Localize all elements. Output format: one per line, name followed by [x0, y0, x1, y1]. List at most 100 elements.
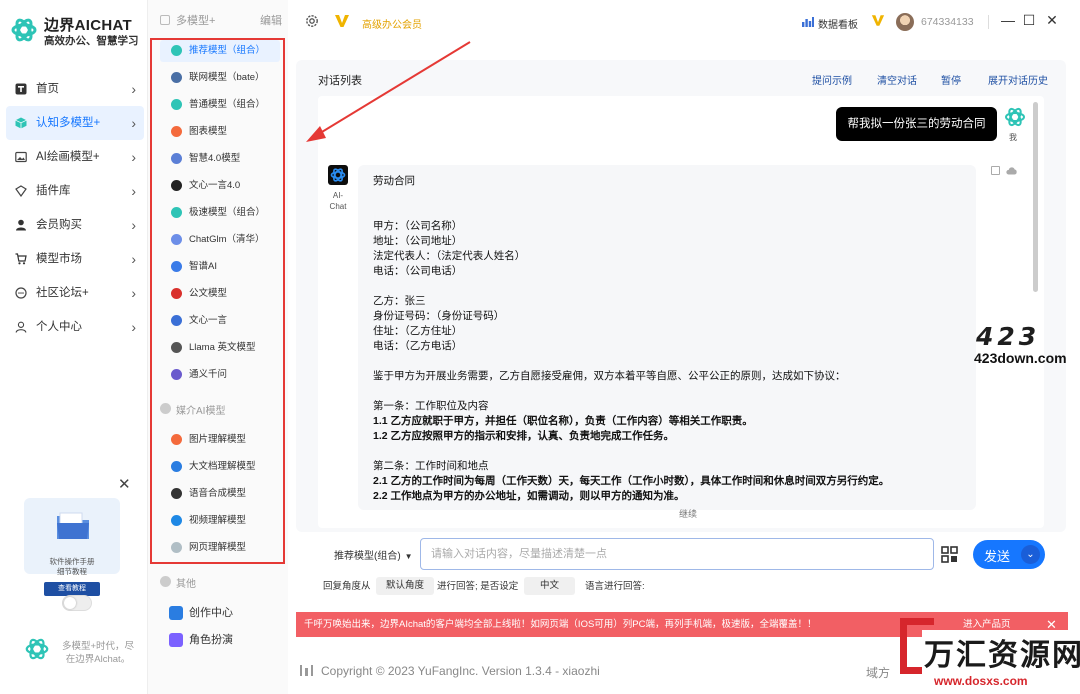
home-icon	[15, 83, 27, 95]
expand-history-link[interactable]: 展开对话历史	[988, 72, 1048, 87]
pause-link[interactable]: 暂停	[941, 72, 961, 87]
model-icon	[171, 288, 182, 299]
nav-item-plugins[interactable]: 插件库 ›	[6, 174, 144, 208]
caret-down-icon: ▼	[404, 552, 413, 561]
chevron-right-icon: ›	[131, 149, 136, 165]
signal-bars-icon	[300, 665, 313, 676]
model-item[interactable]: 极速模型（组合）	[160, 202, 280, 224]
ai-text-line: 2.2 工作地点为甲方的办公地址，如需调动，则以甲方的通知为准。	[373, 490, 685, 502]
nav-item-forum[interactable]: 社区论坛+ ›	[6, 276, 144, 310]
media-model-item[interactable]: 大文档理解模型	[160, 456, 280, 478]
model-item[interactable]: 智慧4.0模型	[160, 148, 280, 170]
watermark-title: 万汇资源网	[922, 630, 1080, 674]
close-icon[interactable]: ✕	[118, 475, 131, 493]
nav-item-profile[interactable]: 个人中心 ›	[6, 310, 144, 344]
model-item[interactable]: 智谱AI	[160, 256, 280, 278]
model-icon	[171, 72, 182, 83]
model-item[interactable]: 联网模型（bate）	[160, 67, 280, 89]
plugin-icon	[15, 185, 27, 197]
ai-text-line: 乙方：张三	[373, 295, 426, 307]
scrollbar[interactable]	[1033, 102, 1038, 292]
model-label: 语音合成模型	[189, 488, 247, 499]
message-input[interactable]: 请输入对话内容，尽量描述清楚一点	[420, 538, 934, 570]
nav-item-ai-painting[interactable]: AI绘画模型+ ›	[6, 140, 144, 174]
nav-item-label: 个人中心	[36, 321, 82, 333]
chevron-right-icon: ›	[131, 285, 136, 301]
model-item[interactable]: ChatGlm（清华）	[160, 229, 280, 251]
model-item[interactable]: 文心一言4.0	[160, 175, 280, 197]
model-item[interactable]: 文心一言	[160, 310, 280, 332]
send-label: 发送	[984, 549, 1011, 564]
cloud-icon[interactable]	[1006, 166, 1017, 175]
question-examples-link[interactable]: 提问示例	[812, 72, 852, 87]
ai-text-line: 法定代表人：（法定代表人姓名）	[373, 250, 526, 262]
minimize-icon[interactable]: —	[999, 12, 1017, 28]
nav-item-model-market[interactable]: 模型市场 ›	[6, 242, 144, 276]
vip-member-label[interactable]: 高级办公会员	[362, 16, 422, 31]
model-select-dropdown[interactable]: 推荐模型(组合) ▼	[334, 547, 413, 562]
vip-badge-icon	[335, 15, 349, 27]
watermark-423-text: 423	[976, 322, 1041, 351]
user-icon	[16, 219, 26, 231]
nav-item-label: 插件库	[36, 185, 71, 197]
cart-icon	[15, 253, 27, 265]
other-item[interactable]: 创作中心	[160, 601, 233, 625]
edit-button[interactable]: 编辑	[260, 12, 282, 28]
media-model-item[interactable]: 图片理解模型	[160, 429, 280, 451]
ai-text-line: 鉴于甲方为开展业务需要，乙方自愿接受雇佣，双方本着平等自愿、公平公正的原则，达成…	[373, 370, 846, 382]
other-item[interactable]: 角色扮演	[160, 628, 233, 652]
data-dashboard-link[interactable]: 数据看板	[818, 16, 858, 31]
model-item[interactable]: Llama 英文模型	[160, 337, 280, 359]
media-model-item[interactable]: 语音合成模型	[160, 483, 280, 505]
model-icon	[171, 369, 182, 380]
model-label: Llama 英文模型	[189, 342, 256, 353]
left-nav: 边界AICHAT 高效办公、智慧学习 首页 › 认知多模型+ › AI绘画模型+…	[0, 0, 148, 694]
media-section-title-text: 媒介AI模型	[176, 406, 226, 417]
avatar[interactable]	[896, 13, 914, 31]
model-label: 文心一言	[189, 315, 228, 326]
chevron-right-icon: ›	[131, 115, 136, 131]
model-label: 文心一言4.0	[189, 180, 241, 191]
announcement-text: 千呼万唤始出来，边界AIchat的客户端均全部上线啦！如网页端（IOS可用）列P…	[304, 619, 817, 630]
model-label: 网页理解模型	[189, 542, 247, 553]
model-label: 推荐模型（组合）	[189, 45, 266, 56]
model-item[interactable]: 公文模型	[160, 283, 280, 305]
maximize-icon[interactable]: ☐	[1020, 12, 1038, 29]
other-section-icon	[160, 576, 171, 587]
model-icon	[169, 606, 183, 620]
nav-item-home[interactable]: 首页 ›	[6, 72, 144, 106]
model-label: 角色扮演	[189, 634, 233, 646]
clear-conversation-link[interactable]: 清空对话	[877, 72, 917, 87]
model-icon	[171, 315, 182, 326]
ai-text-line	[373, 204, 963, 219]
ai-text-line: 1.2 乙方应按照甲方的指示和安排，认真、负责地完成工作任务。	[373, 430, 675, 442]
user-message-bubble: 帮我拟一份张三的劳动合同	[836, 107, 997, 141]
continue-button[interactable]: 继续	[679, 507, 697, 520]
model-label: 创作中心	[189, 607, 233, 619]
theme-toggle[interactable]	[62, 595, 92, 611]
annotation-arrow	[306, 41, 471, 142]
nav-item-multi-model[interactable]: 认知多模型+ ›	[6, 106, 144, 140]
ai-avatar-icon	[328, 165, 348, 185]
model-item[interactable]: 普通模型（组合）	[160, 94, 280, 116]
model-item[interactable]: 推荐模型（组合）	[160, 40, 280, 62]
view-tutorial-button[interactable]: 查看教程	[44, 582, 100, 596]
nav-item-label: 首页	[36, 83, 59, 95]
media-model-item[interactable]: 网页理解模型	[160, 537, 280, 559]
model-item[interactable]: 通义千问	[160, 364, 280, 386]
brand[interactable]: 边界AICHAT 高效办公、智慧学习	[10, 12, 146, 48]
media-model-item[interactable]: 视频理解模型	[160, 510, 280, 532]
language-select[interactable]: 中文	[524, 577, 576, 595]
chevron-down-icon[interactable]: ⌄	[1021, 545, 1040, 564]
model-item[interactable]: 图表模型	[160, 121, 280, 143]
ai-text-line: 身份证号码：（身份证号码）	[373, 310, 505, 322]
person-icon	[15, 321, 27, 333]
ai-text-line: 地址：（公司地址）	[373, 235, 463, 247]
nav-item-membership[interactable]: 会员购买 ›	[6, 208, 144, 242]
send-button[interactable]: 发送 ⌄	[973, 540, 1045, 569]
angle-select[interactable]: 默认角度	[376, 577, 435, 595]
grid-apps-icon[interactable]	[941, 546, 958, 563]
gear-icon[interactable]	[304, 13, 320, 29]
close-window-icon[interactable]: ✕	[1043, 12, 1061, 29]
copy-icon[interactable]	[991, 166, 1000, 175]
